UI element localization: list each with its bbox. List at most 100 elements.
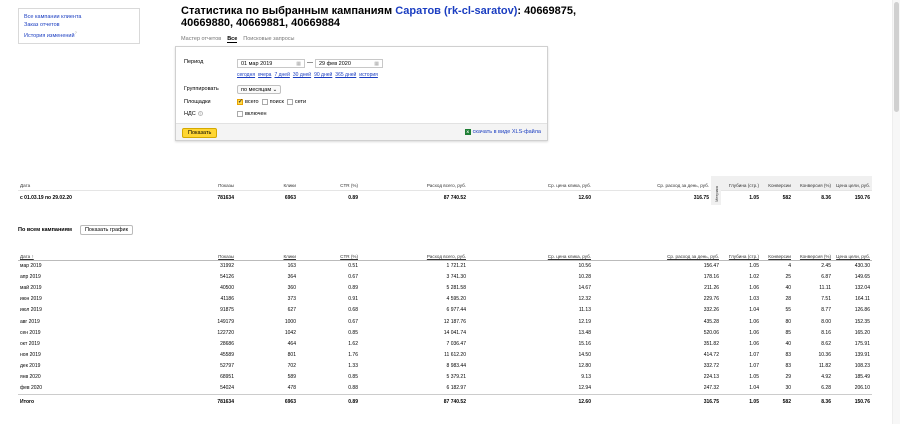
date-from-input[interactable]: 01 мар 2019 ▦ [237,59,305,68]
table-cell: 224.13 [703,374,719,381]
table-cell: 2.45 [821,262,831,269]
total-cell: 582 [761,393,793,409]
table-cell: июн 2019 [20,296,42,303]
column-header-ctr[interactable]: CTR (%) [298,248,360,261]
table-cell: 6.28 [821,385,831,392]
scrollbar-thumb[interactable] [894,2,899,112]
place-search-checkbox[interactable] [261,99,268,105]
place-networks-checkbox[interactable] [286,99,293,105]
column-header-goal-cost[interactable]: Цена цели, руб. [833,248,872,261]
place-networks-option[interactable]: сети [286,99,306,105]
show-button[interactable]: Показать [182,128,218,138]
xls-download-label: скачать в виде XLS-файла [472,129,541,135]
left-nav: Все кампании клиента Заказ отчетов Истор… [18,8,140,44]
link-all-client-campaigns[interactable]: Все кампании клиента [24,13,134,21]
column-header-impressions[interactable]: Показы [136,248,236,261]
table-cell: 11.13 [578,307,591,314]
table-cell: 1.07 [749,363,759,370]
table-cell: 55 [785,307,791,314]
tab-all[interactable]: Все [227,36,238,43]
table-cell: 40 [785,340,791,347]
table-cell: 108.23 [854,363,870,370]
total-cell: 12.60 [468,393,593,409]
table-cell: 149.65 [854,273,870,280]
table-cell: 1.33 [348,363,358,370]
column-header-avg-cpc[interactable]: Ср. цена клика, руб. [468,248,593,261]
table-cell: 627 [287,307,296,314]
places-options: всего поиск сети [237,98,306,105]
xls-download-link[interactable]: X скачать в виде XLS-файла [464,129,541,135]
column-header-avg-daily[interactable]: Ср. расход за день, руб. [593,248,721,261]
table-cell: 15.16 [578,340,591,347]
column-header-conversions[interactable]: Конверсии [761,248,793,261]
summary-header-date: Дата [20,182,31,188]
range-7-days[interactable]: 7 дней [274,72,289,78]
place-all-option[interactable]: всего [237,98,259,105]
table-cell: 0.85 [348,374,358,381]
column-header-date[interactable]: Дата ↑ [18,248,136,261]
date-from-value: 01 мар 2019 [241,61,273,67]
table-cell: 29 [785,374,791,381]
date-to-value: 29 фев 2020 [319,61,351,67]
calendar-icon[interactable]: ▦ [374,61,379,67]
link-order-reports[interactable]: Заказ отчетов [24,21,134,29]
summary-header-avg-cpc: Ср. цена клика, руб. [547,182,591,188]
help-icon[interactable]: ? [197,111,203,116]
range-30-days[interactable]: 30 дней [293,72,311,78]
table-cell: 41186 [220,296,234,303]
link-change-history[interactable]: История изменений? [24,29,134,40]
place-search-option[interactable]: поиск [261,99,284,105]
summary-cell: 150.76 [833,189,872,205]
table-cell: 247.32 [703,385,719,392]
vat-option[interactable]: включен [237,111,267,117]
show-chart-button[interactable]: Показать график [79,225,134,235]
vat-label-wrap: НДС? [184,111,203,117]
table-cell: 1.03 [749,296,759,303]
table-cell: 206.10 [854,385,870,392]
summary-header-row: Дата Показы Клики CTR (%) Расход всего, … [18,176,872,205]
column-header-clicks[interactable]: Клики [236,248,298,261]
range-365-days[interactable]: 365 дней [335,72,356,78]
table-cell: 68951 [220,374,234,381]
table-cell: 6.87 [821,273,831,280]
metrika-tab[interactable]: Метрика [711,176,721,205]
excel-icon: X [464,129,471,135]
tab-search-queries[interactable]: Поисковые запросы [243,36,294,43]
date-to-input[interactable]: 29 фев 2020 ▦ [315,59,383,68]
place-all-checkbox[interactable] [237,98,243,105]
range-90-days[interactable]: 90 дней [314,72,332,78]
table-cell: 1.04 [749,307,759,314]
table-cell: 11.82 [818,363,831,370]
section-header: По всем кампаниям Показать график [18,225,134,235]
total-row: Итого 781634 6963 0.89 87 740.52 12.60 316.75 1… [18,393,872,409]
column-header-depth[interactable]: Глубина (стр.) [721,248,761,261]
table-cell: 11 612.20 [444,352,466,359]
table-cell: 12.94 [578,385,591,392]
table-cell: 520.06 [703,329,719,336]
table-cell: 702 [287,363,296,370]
table-cell: 332.72 [703,363,719,370]
vat-checkbox[interactable] [237,111,243,117]
table-cell: 332.26 [703,307,719,314]
table-row: апр 2019 54126 364 0.67 3 741.30 10.28 178.16 1… [18,271,872,282]
table-cell: 4.92 [821,374,831,381]
range-history[interactable]: история [359,72,378,78]
summary-cell: 1.05 [721,189,761,205]
table-cell: 11.11 [819,284,831,291]
group-select[interactable]: по месяцам ⌄ [237,85,282,94]
page-scrollbar[interactable] [892,0,900,424]
help-icon: ? [74,30,77,35]
table-cell: 364 [287,273,296,280]
campaign-link[interactable]: Саратов (rk-cl-saratov) [395,5,517,17]
table-cell: 178.16 [703,273,719,280]
column-header-spend[interactable]: Расход всего, руб. [360,248,468,261]
tab-report-master[interactable]: Мастер отчетов [181,36,221,43]
vat-included-option[interactable]: включен [237,111,267,117]
range-yesterday[interactable]: вчера [258,72,271,78]
range-today[interactable]: сегодня [237,72,255,78]
total-cell: 87 740.52 [360,393,468,409]
column-header-conversion-rate[interactable]: Конверсия (%) [793,248,833,261]
calendar-icon[interactable]: ▦ [296,61,301,67]
table-cell: апр 2019 [20,273,41,280]
period-label: Период [184,59,204,65]
